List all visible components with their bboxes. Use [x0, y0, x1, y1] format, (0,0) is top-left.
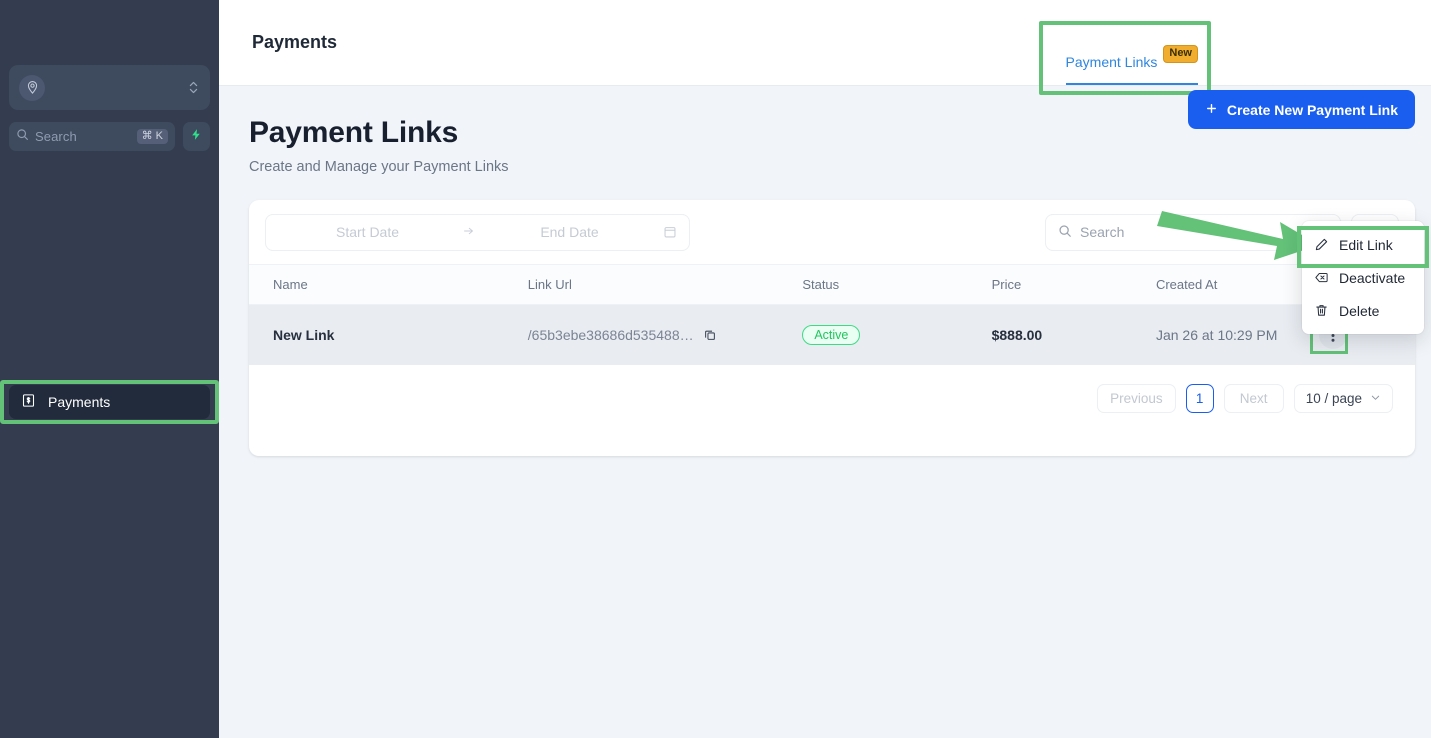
- page-size-label: 10 / page: [1305, 391, 1362, 406]
- column-header-name: Name: [249, 264, 528, 305]
- column-header-price: Price: [991, 264, 1156, 305]
- previous-page-button[interactable]: Previous: [1097, 384, 1176, 413]
- menu-item-deactivate[interactable]: Deactivate: [1302, 261, 1424, 294]
- search-icon: [16, 128, 29, 146]
- start-date-input[interactable]: Start Date: [278, 224, 457, 240]
- page-header-title: Payments: [252, 32, 338, 52]
- menu-item-label: Edit Link: [1339, 236, 1393, 253]
- cell-status: Active: [802, 304, 992, 365]
- date-range-picker[interactable]: Start Date End Date: [265, 213, 690, 251]
- payment-links-table: Name Link Url Status Price Created At Ne…: [249, 264, 1415, 365]
- tab-payment-links[interactable]: Payment Links New: [1065, 45, 1198, 85]
- status-badge: Active: [802, 325, 861, 345]
- link-url-text: /65b3ebe38686d535488…: [527, 327, 694, 343]
- arrow-right-icon: [457, 224, 480, 240]
- sidebar: Search ⌘ K Payments: [0, 0, 219, 738]
- chevron-up-down-icon: [187, 79, 200, 96]
- lightning-bolt-icon: [190, 128, 203, 146]
- next-page-button[interactable]: Next: [1223, 384, 1284, 413]
- calendar-icon: [663, 225, 677, 239]
- create-button-label: Create New Payment Link: [1226, 101, 1398, 118]
- main-content: Payments Payment Links New Payment Links…: [219, 0, 1431, 738]
- cell-link-url: /65b3ebe38686d535488…: [527, 304, 803, 365]
- app-root: Search ⌘ K Payments Payments Payment Lin…: [0, 0, 1431, 738]
- pencil-icon: [1314, 237, 1329, 252]
- plus-icon: [1205, 102, 1218, 118]
- create-new-payment-link-button[interactable]: Create New Payment Link: [1187, 90, 1415, 129]
- end-date-input[interactable]: End Date: [480, 224, 659, 240]
- menu-item-delete[interactable]: Delete: [1302, 294, 1424, 327]
- tab-active-underline: [1065, 83, 1198, 85]
- tab-label: Payment Links: [1065, 54, 1158, 71]
- table-search-placeholder: Search: [1080, 224, 1125, 240]
- column-header-created-at: Created At: [1155, 264, 1316, 305]
- sidebar-item-label: Payments: [48, 394, 111, 410]
- deactivate-x-icon: [1314, 270, 1329, 285]
- column-header-link-url: Link Url: [527, 264, 803, 305]
- pagination: Previous 1 Next 10 / page: [249, 365, 1415, 432]
- new-badge: New: [1163, 45, 1198, 63]
- menu-item-edit-link[interactable]: Edit Link: [1302, 228, 1424, 261]
- filters-row: Start Date End Date Search: [249, 200, 1415, 264]
- search-shortcut-badge: ⌘ K: [136, 129, 168, 144]
- column-header-status: Status: [802, 264, 992, 305]
- org-switcher[interactable]: [9, 65, 210, 110]
- chevron-down-icon: [1370, 391, 1381, 406]
- page-size-select[interactable]: 10 / page: [1293, 384, 1393, 413]
- created-at-value: Jan 26 at 10:29 PM: [1155, 326, 1278, 343]
- cell-name: New Link: [249, 304, 528, 365]
- table-header: Name Link Url Status Price Created At: [249, 264, 1415, 305]
- sidebar-item-payments[interactable]: Payments: [9, 385, 210, 419]
- menu-item-label: Deactivate: [1339, 269, 1406, 286]
- table-header-row: Name Link Url Status Price Created At: [249, 264, 1415, 305]
- table-row[interactable]: New Link /65b3ebe38686d535488… Active $8…: [249, 304, 1415, 365]
- cell-created-at: Jan 26 at 10:29 PM: [1155, 304, 1316, 365]
- tab-bar: Payment Links New: [1065, 0, 1198, 85]
- table-search-input[interactable]: Search: [1045, 213, 1341, 251]
- top-bar: Payments Payment Links New: [219, 0, 1431, 95]
- user-pin-icon: [19, 74, 45, 101]
- page-number-1[interactable]: 1: [1185, 384, 1214, 413]
- search-placeholder: Search: [35, 129, 77, 144]
- copy-icon[interactable]: [703, 328, 717, 342]
- sidebar-search-row: Search ⌘ K: [9, 122, 210, 151]
- row-context-menu[interactable]: Edit Link Deactivate Delete: [1302, 221, 1424, 334]
- search-icon: [1058, 224, 1072, 241]
- lightning-bolt-button[interactable]: [183, 122, 210, 151]
- payment-links-card: Start Date End Date Search Name Link Url…: [249, 200, 1415, 456]
- page-head: Payment Links Create and Manage your Pay…: [219, 86, 1431, 175]
- search-input[interactable]: Search ⌘ K: [9, 122, 175, 151]
- price-value: $888.00: [991, 327, 1043, 343]
- menu-item-label: Delete: [1339, 302, 1380, 319]
- banknote-icon: [21, 393, 36, 411]
- trash-icon: [1314, 303, 1329, 318]
- table-body: New Link /65b3ebe38686d535488… Active $8…: [249, 304, 1415, 365]
- page-subtitle: Create and Manage your Payment Links: [249, 159, 509, 175]
- cell-price: $888.00: [991, 304, 1156, 365]
